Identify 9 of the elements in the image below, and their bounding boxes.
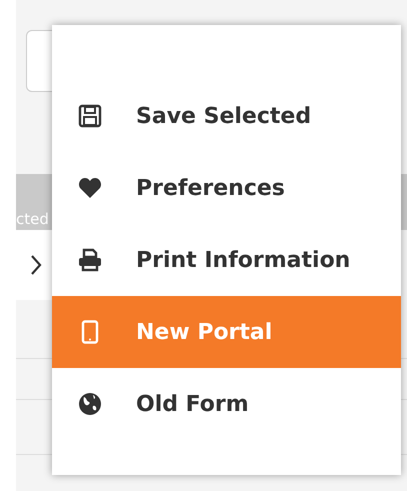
globe-icon (78, 392, 102, 416)
chevron-right-icon (30, 254, 42, 276)
menu-item[interactable]: Print Information (52, 224, 401, 296)
heart-icon (78, 176, 102, 200)
expand-button[interactable] (16, 230, 52, 300)
printer-icon (78, 248, 102, 272)
menu-item[interactable]: Preferences (52, 152, 401, 224)
menu-item[interactable]: Save Selected (52, 80, 401, 152)
menu-item[interactable]: Old Form (52, 368, 401, 440)
